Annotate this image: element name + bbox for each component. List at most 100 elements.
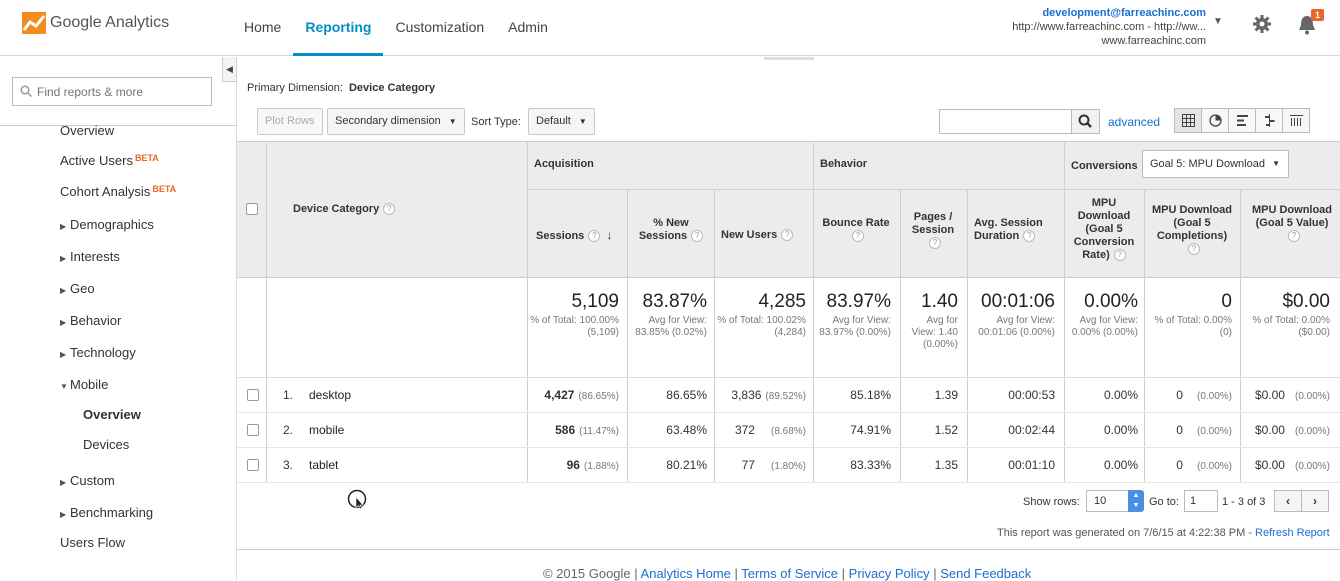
chevron-down-icon[interactable]: ▼: [1213, 16, 1223, 27]
group-conversions: Conversions: [1071, 160, 1138, 172]
account-selector[interactable]: development@farreachinc.com http://www.f…: [1012, 6, 1206, 48]
help-icon[interactable]: ?: [588, 230, 601, 243]
total-value: 5,109: [571, 291, 619, 312]
terms-link[interactable]: Terms of Service: [741, 566, 838, 581]
col-new-users[interactable]: New Users?: [721, 229, 794, 242]
cell-pct: (0.00%): [1294, 391, 1330, 402]
cell-value: 4,427: [544, 388, 575, 402]
sidebar-item-users-flow[interactable]: Users Flow: [60, 535, 125, 550]
col-goal-conversion-rate[interactable]: MPU Download (Goal 5 Conversion Rate)?: [1069, 197, 1139, 262]
sidebar-item-custom[interactable]: ▶ Custom: [60, 473, 115, 488]
report-search[interactable]: [12, 77, 212, 106]
sidebar-item-interests[interactable]: ▶ Interests: [60, 249, 120, 264]
cell-pct: (1.80%): [770, 461, 806, 472]
resize-grip[interactable]: [764, 57, 814, 60]
advanced-filter-link[interactable]: advanced: [1108, 115, 1160, 129]
secondary-dimension-dropdown[interactable]: Secondary dimension ▼: [327, 108, 465, 135]
row-checkbox[interactable]: [247, 459, 259, 471]
help-icon[interactable]: ?: [1113, 249, 1126, 262]
nav-reporting[interactable]: Reporting: [293, 0, 384, 56]
col-sessions[interactable]: Sessions? ↓: [536, 229, 612, 243]
select-all-checkbox[interactable]: [246, 203, 258, 215]
refresh-report-link[interactable]: Refresh Report: [1255, 527, 1330, 539]
sidebar-item-behavior[interactable]: ▶ Behavior: [60, 313, 121, 328]
cell-goal-value: $0.00 (0.00%): [1240, 413, 1330, 448]
col-new-sessions[interactable]: % New Sessions?: [633, 217, 709, 243]
cell-goal-value: $0.00 (0.00%): [1240, 378, 1330, 413]
cell-value: 96: [566, 458, 580, 472]
next-page-icon[interactable]: ›: [1301, 490, 1329, 512]
nav-customization[interactable]: Customization: [383, 0, 496, 56]
sidebar-item-demographics[interactable]: ▶ Demographics: [60, 217, 154, 232]
sidebar-item-label: Demographics: [70, 217, 154, 232]
pie-view-icon[interactable]: [1201, 108, 1229, 133]
cell-conv-rate: 0.00%: [1103, 423, 1138, 437]
cell-pct: (86.65%): [578, 391, 619, 402]
account-email: development@farreachinc.com: [1042, 7, 1206, 19]
sidebar-item-label: Cohort Analysis: [60, 184, 151, 199]
table-row: 1. desktop 4,427 (86.65%) 86.65% 3,836 (89…: [237, 378, 1340, 413]
col-goal-value[interactable]: MPU Download (Goal 5 Value)?: [1244, 204, 1340, 243]
row-checkbox[interactable]: [247, 424, 259, 436]
help-icon[interactable]: ?: [383, 203, 396, 216]
help-icon[interactable]: ?: [691, 230, 704, 243]
row-dimension-link[interactable]: desktop: [309, 378, 351, 413]
sidebar-item-cohort-analysis[interactable]: Cohort Analysis BETA: [60, 184, 176, 199]
feedback-link[interactable]: Send Feedback: [940, 566, 1031, 581]
col-goal-completions[interactable]: MPU Download (Goal 5 Completions)?: [1149, 204, 1235, 256]
previous-page-icon[interactable]: ‹: [1274, 490, 1302, 512]
col-pages-session[interactable]: Pages / Session?: [905, 211, 961, 250]
collapse-sidebar-icon[interactable]: ◀: [222, 57, 237, 82]
sidebar-item-overview[interactable]: Overview: [60, 123, 114, 138]
plot-rows-button[interactable]: Plot Rows: [257, 108, 323, 135]
help-icon[interactable]: ?: [1023, 230, 1036, 243]
pivot-view-icon[interactable]: [1282, 108, 1310, 133]
sidebar-item-mobile[interactable]: ▼ Mobile: [60, 377, 108, 392]
sidebar-item-benchmarking[interactable]: ▶ Benchmarking: [60, 505, 153, 520]
cell-value: $0.00: [1254, 458, 1285, 472]
report-main: Primary Dimension: Device Category Plot R…: [237, 57, 1340, 581]
top-nav: Home Reporting Customization Admin: [232, 0, 560, 56]
caret-right-icon: ▶: [60, 318, 67, 327]
performance-view-icon[interactable]: [1228, 108, 1256, 133]
sidebar-item-active-users[interactable]: Active Users BETA: [60, 153, 159, 168]
table-search-button[interactable]: [1071, 109, 1100, 134]
table-view-icon[interactable]: [1174, 108, 1202, 133]
row-index: 2.: [283, 423, 294, 437]
col-label: New Users: [721, 229, 778, 241]
gear-icon[interactable]: [1252, 14, 1272, 34]
caret-right-icon: ▶: [60, 350, 67, 359]
sidebar-item-devices[interactable]: Devices: [83, 437, 129, 452]
goto-input[interactable]: 1: [1184, 490, 1218, 512]
privacy-link[interactable]: Privacy Policy: [849, 566, 930, 581]
comparison-view-icon[interactable]: [1255, 108, 1283, 133]
col-device-category[interactable]: Device Category?: [293, 203, 396, 216]
sidebar-item-technology[interactable]: ▶ Technology: [60, 345, 136, 360]
row-checkbox[interactable]: [247, 389, 259, 401]
row-dimension-link[interactable]: mobile: [309, 413, 344, 448]
cell-value: 0: [1176, 458, 1183, 472]
col-bounce-rate[interactable]: Bounce Rate?: [821, 217, 891, 243]
col-avg-session-duration[interactable]: Avg. Session Duration?: [974, 217, 1059, 243]
help-icon[interactable]: ?: [1188, 243, 1200, 256]
help-icon[interactable]: ?: [852, 230, 864, 243]
analytics-home-link[interactable]: Analytics Home: [641, 566, 731, 581]
logo[interactable]: Google Analytics: [22, 12, 169, 34]
goal-select-dropdown[interactable]: Goal 5: MPU Download ▼: [1142, 150, 1289, 178]
nav-home[interactable]: Home: [232, 0, 293, 56]
row-dimension-link[interactable]: tablet: [309, 448, 338, 483]
sidebar-item-geo[interactable]: ▶ Geo: [60, 281, 95, 296]
cell-sessions: 586 (11.47%): [527, 413, 619, 448]
stepper-icon[interactable]: ▲ ▼: [1128, 490, 1144, 512]
total-detail: % of Total: 100.02% (4,284): [717, 315, 806, 338]
help-icon[interactable]: ?: [929, 237, 941, 250]
help-icon[interactable]: ?: [1288, 230, 1300, 243]
report-search-input[interactable]: [37, 78, 207, 105]
total-detail: Avg for View: 83.97% (0.00%): [819, 315, 891, 338]
cell-pct: (8.68%): [770, 426, 806, 437]
nav-admin[interactable]: Admin: [496, 0, 560, 56]
sort-type-dropdown[interactable]: Default ▼: [528, 108, 595, 135]
sidebar-item-mobile-overview[interactable]: Overview: [83, 407, 141, 422]
total-value-goal: $0.00 % of Total: 0.00% ($0.00): [1240, 291, 1330, 339]
help-icon[interactable]: ?: [781, 229, 794, 242]
